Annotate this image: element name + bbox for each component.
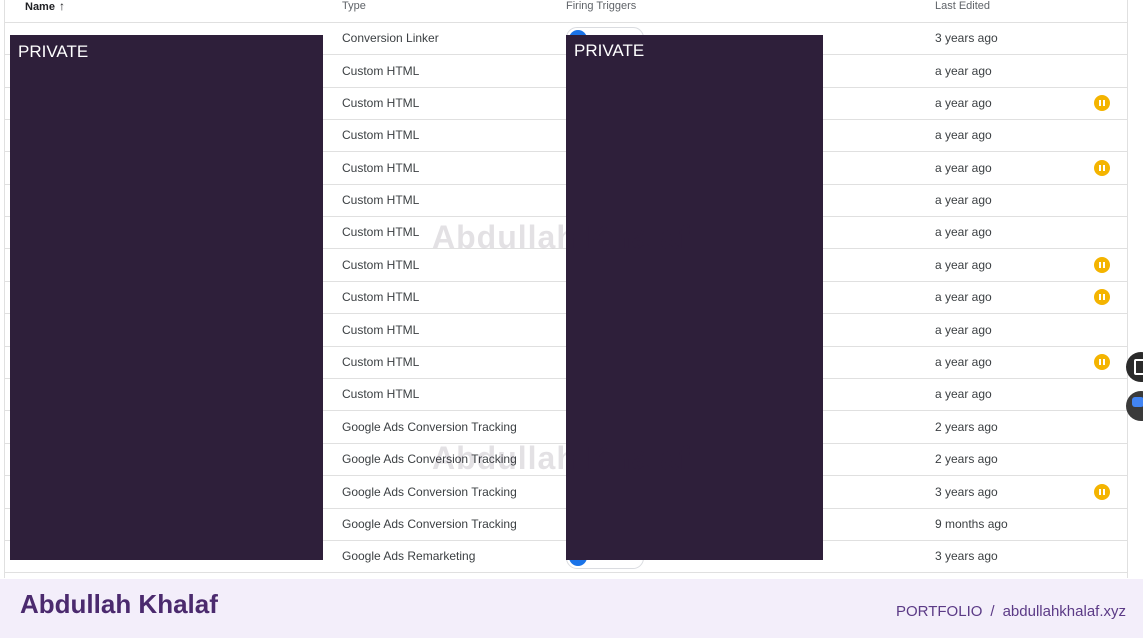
last-edited: a year ago: [935, 161, 992, 175]
pause-icon[interactable]: [1094, 354, 1110, 370]
pause-icon[interactable]: [1094, 484, 1110, 500]
column-header-name[interactable]: Name ↑: [25, 0, 65, 14]
tag-type: Custom HTML: [342, 128, 420, 142]
last-edited: 3 years ago: [935, 485, 998, 499]
private-label-left: PRIVATE: [18, 42, 89, 61]
extension-button[interactable]: [1126, 391, 1143, 421]
last-edited: a year ago: [935, 64, 992, 78]
footer-brand: Abdullah Khalaf: [20, 589, 218, 619]
column-header-last-edited[interactable]: Last Edited: [935, 0, 990, 13]
private-redaction-left: PRIVATE: [10, 35, 323, 560]
portfolio-link[interactable]: PORTFOLIO: [896, 603, 982, 620]
last-edited: a year ago: [935, 355, 992, 369]
tag-type: Google Ads Conversion Tracking: [342, 517, 517, 531]
tag-type: Custom HTML: [342, 387, 420, 401]
tag-type: Conversion Linker: [342, 31, 439, 45]
tag-type: Custom HTML: [342, 323, 420, 337]
arrow-up-icon[interactable]: ↑: [59, 0, 65, 13]
tag-type: Custom HTML: [342, 290, 420, 304]
last-edited: 2 years ago: [935, 420, 998, 434]
pause-icon[interactable]: [1094, 257, 1110, 273]
tag-type: Custom HTML: [342, 96, 420, 110]
last-edited: a year ago: [935, 96, 992, 110]
last-edited: a year ago: [935, 193, 992, 207]
tag-type: Custom HTML: [342, 64, 420, 78]
extension-icon: [1132, 397, 1143, 407]
private-label-right: PRIVATE: [574, 41, 645, 60]
last-edited: 9 months ago: [935, 517, 1008, 531]
column-header-name-label: Name: [25, 1, 55, 13]
site-link[interactable]: abdullahkhalaf.xyz: [1003, 603, 1126, 620]
pause-icon[interactable]: [1094, 95, 1110, 111]
tag-type: Google Ads Conversion Tracking: [342, 485, 517, 499]
tag-type: Custom HTML: [342, 225, 420, 239]
pause-icon[interactable]: [1094, 289, 1110, 305]
tag-type: Custom HTML: [342, 193, 420, 207]
private-redaction-right: PRIVATE: [566, 35, 823, 560]
watermark-upper: Abdullah Khalaf: [432, 219, 691, 255]
last-edited: a year ago: [935, 128, 992, 142]
footer-links: PORTFOLIO / abdullahkhalaf.xyz: [896, 603, 1126, 620]
pause-icon[interactable]: [1094, 160, 1110, 176]
last-edited: 3 years ago: [935, 549, 998, 563]
side-panel-button[interactable]: [1126, 352, 1143, 382]
watermark-lower: Abdullah Khalaf: [432, 440, 691, 476]
tag-type: Google Ads Remarketing: [342, 549, 476, 563]
phone-icon: [1134, 359, 1143, 375]
last-edited: 2 years ago: [935, 452, 998, 466]
tag-type: Google Ads Conversion Tracking: [342, 420, 517, 434]
last-edited: a year ago: [935, 387, 992, 401]
last-edited: a year ago: [935, 258, 992, 272]
footer-separator: /: [990, 603, 995, 620]
last-edited: a year ago: [935, 290, 992, 304]
tag-type: Custom HTML: [342, 161, 420, 175]
footer-bar: Abdullah Khalaf PORTFOLIO / abdullahkhalaf…: [0, 579, 1143, 638]
table-header: Name ↑ Type Firing Triggers Last Edited: [5, 0, 1127, 23]
column-header-firing-triggers[interactable]: Firing Triggers: [566, 0, 636, 13]
last-edited: a year ago: [935, 323, 992, 337]
last-edited: a year ago: [935, 225, 992, 239]
tag-type: Custom HTML: [342, 355, 420, 369]
tag-type: Custom HTML: [342, 258, 420, 272]
column-header-type[interactable]: Type: [342, 0, 366, 13]
last-edited: 3 years ago: [935, 31, 998, 45]
